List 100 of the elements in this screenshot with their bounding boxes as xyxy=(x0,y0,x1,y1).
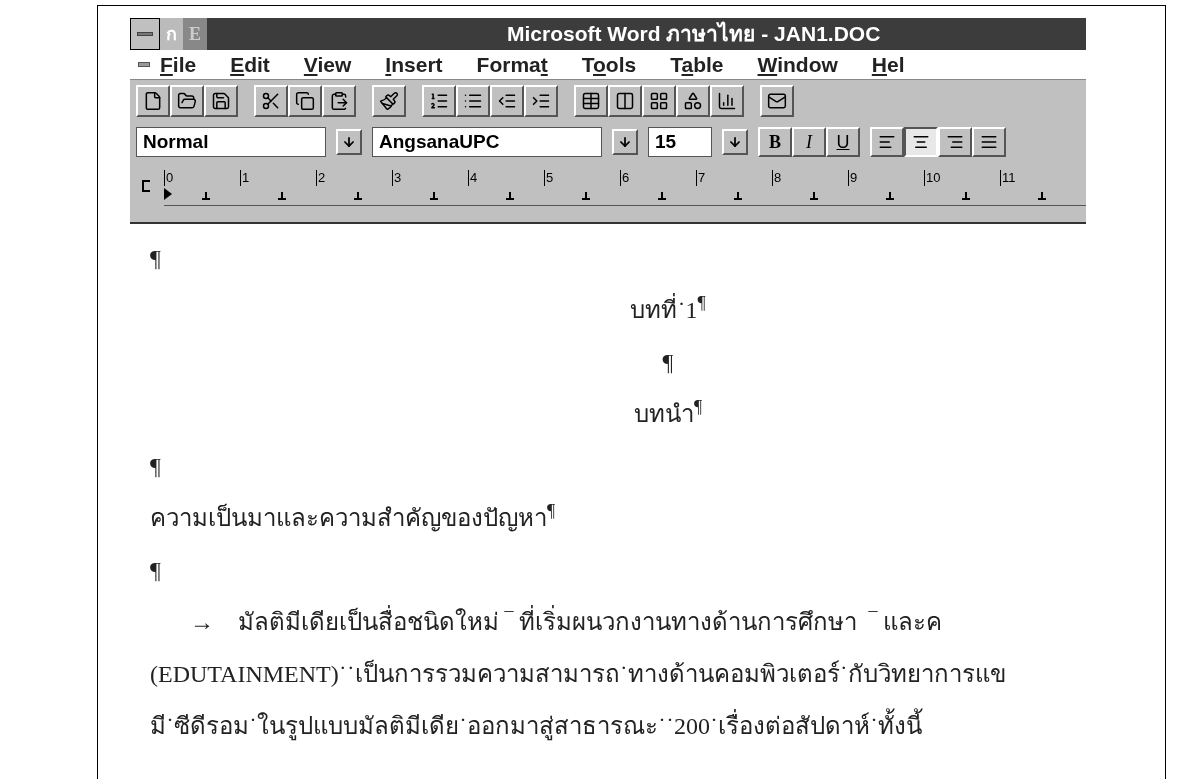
tab-marker-icon xyxy=(734,192,742,200)
paintbrush-icon xyxy=(379,91,399,111)
menu-item[interactable]: Table xyxy=(670,48,724,81)
menu-item[interactable]: Insert xyxy=(385,48,443,81)
cut-icon xyxy=(261,91,281,111)
frame-icon xyxy=(649,91,669,111)
alignment-icon xyxy=(878,133,896,151)
toolbar-button[interactable] xyxy=(642,85,676,117)
chart-icon xyxy=(717,91,737,111)
tab-marker-icon xyxy=(658,192,666,200)
menu-item[interactable]: File xyxy=(160,48,197,81)
toolbar-button[interactable] xyxy=(372,85,406,117)
keyboard-indicator: E xyxy=(183,18,207,50)
font-size-field[interactable]: 15 xyxy=(648,127,712,157)
increase-indent-icon xyxy=(531,91,551,111)
toolbar-button[interactable] xyxy=(322,85,356,117)
toolbar-button[interactable] xyxy=(422,85,456,117)
toolbar-button[interactable] xyxy=(288,85,322,117)
tab-marker-icon xyxy=(582,192,590,200)
ruler-number: 2 xyxy=(316,170,326,186)
tab-marker-icon xyxy=(202,192,210,200)
font-field[interactable]: AngsanaUPC xyxy=(372,127,602,157)
tab-marker-icon xyxy=(1038,192,1046,200)
drawing-icon xyxy=(683,91,703,111)
indent-marker-icon xyxy=(164,188,172,200)
decrease-indent-icon xyxy=(497,91,517,111)
menu-item[interactable]: View xyxy=(303,48,352,81)
ruler-number: 4 xyxy=(468,170,478,186)
window-title: Microsoft Word ภาษาไทย - JAN1.DOC xyxy=(507,20,881,48)
ruler-number: 0 xyxy=(164,170,174,186)
paragraph-text: บทที่˙1$^{¶}$ xyxy=(630,292,706,325)
ruler-number: 5 xyxy=(544,170,554,186)
toolbar-button[interactable] xyxy=(254,85,288,117)
down-arrow-icon xyxy=(342,135,356,149)
columns-icon xyxy=(615,91,635,111)
dropdown-button[interactable] xyxy=(722,129,748,155)
tab-marker-icon xyxy=(278,192,286,200)
alignment-icon xyxy=(980,133,998,151)
menu-item[interactable]: Format xyxy=(476,48,548,81)
toolbar-button[interactable] xyxy=(608,85,642,117)
alignment-button[interactable] xyxy=(904,127,938,157)
menu-item[interactable]: Window xyxy=(757,48,838,81)
paragraph-mark: ¶ xyxy=(150,556,161,585)
paste-icon xyxy=(329,91,349,111)
toolbar-button[interactable] xyxy=(136,85,170,117)
ruler-number: 3 xyxy=(392,170,402,186)
ruler-number: 1 xyxy=(240,170,250,186)
tab-marker-icon xyxy=(810,192,818,200)
tab-marker-icon xyxy=(354,192,362,200)
numbered-list-icon xyxy=(429,91,449,111)
toolbar-button[interactable] xyxy=(204,85,238,117)
tab-marker-icon xyxy=(962,192,970,200)
format-button[interactable]: U xyxy=(826,127,860,157)
alignment-icon xyxy=(912,133,930,151)
menu-item[interactable]: Hel xyxy=(871,48,905,81)
paragraph-text: → มัลติมีเดียเป็นสื่อชนิดใหม่ ‾ ที่เริ่มผนวกงานทางด้านการศึกษา ‾ และค xyxy=(190,604,942,640)
copy-icon xyxy=(295,91,315,111)
toolbar-button[interactable] xyxy=(490,85,524,117)
paragraph-text: มี˙ซีดีรอม˙ในรูปแบบมัลติมีเดีย˙ออกมาสู่สาธารณะ˙˙200˙เรื่องต่อสัปดาห์˙ทั้งนี้ xyxy=(150,708,922,744)
ruler-number: 10 xyxy=(924,170,941,186)
toolbar-button[interactable] xyxy=(676,85,710,117)
system-menu-button[interactable] xyxy=(130,18,160,50)
dropdown-button[interactable] xyxy=(336,129,362,155)
ruler-number: 11 xyxy=(1000,170,1016,186)
alignment-icon xyxy=(946,133,964,151)
paragraph-mark: ¶ xyxy=(150,452,161,481)
envelope-icon xyxy=(767,91,787,111)
paragraph-mark: ¶ xyxy=(150,244,161,273)
style-field[interactable]: Normal xyxy=(136,127,326,157)
ruler-number: 6 xyxy=(620,170,630,186)
ruler-number: 7 xyxy=(696,170,706,186)
tab-marker-icon xyxy=(430,192,438,200)
menu-item[interactable]: Edit xyxy=(230,48,270,81)
ruler-number: 9 xyxy=(848,170,858,186)
paragraph-text: (EDUTAINMENT)˙˙เป็นการรวมความสามารถ˙ทางด้านคอมพิวเตอร์˙กับวิทยาการแข xyxy=(150,658,1006,689)
tab-marker-icon xyxy=(506,192,514,200)
format-button[interactable]: B xyxy=(758,127,792,157)
tab-marker-icon xyxy=(886,192,894,200)
toolbar-button[interactable] xyxy=(574,85,608,117)
toolbar-button[interactable] xyxy=(710,85,744,117)
new-document-icon xyxy=(143,91,163,111)
toolbar-button[interactable] xyxy=(524,85,558,117)
save-icon xyxy=(211,91,231,111)
toolbar-button[interactable] xyxy=(760,85,794,117)
toolbar-button[interactable] xyxy=(170,85,204,117)
minus-icon xyxy=(137,32,153,36)
tab-stop-icon xyxy=(142,180,150,192)
ruler-number: 8 xyxy=(772,170,782,186)
dropdown-button[interactable] xyxy=(612,129,638,155)
menu-item[interactable]: Tools xyxy=(581,48,637,81)
toolbar-button[interactable] xyxy=(456,85,490,117)
table-icon xyxy=(581,91,601,111)
paragraph-mark: ¶ xyxy=(662,348,674,377)
paragraph-text: บทนำ$^{¶}$ xyxy=(633,396,703,429)
bullet-list-icon xyxy=(463,91,483,111)
format-button[interactable]: I xyxy=(792,127,826,157)
document-control-icon xyxy=(138,62,150,67)
paragraph-text: ความเป็นมาและความสำคัญของปัญหา$^{¶}$ xyxy=(150,500,556,534)
keyboard-indicator: ก xyxy=(160,18,183,50)
open-folder-icon xyxy=(177,91,197,111)
